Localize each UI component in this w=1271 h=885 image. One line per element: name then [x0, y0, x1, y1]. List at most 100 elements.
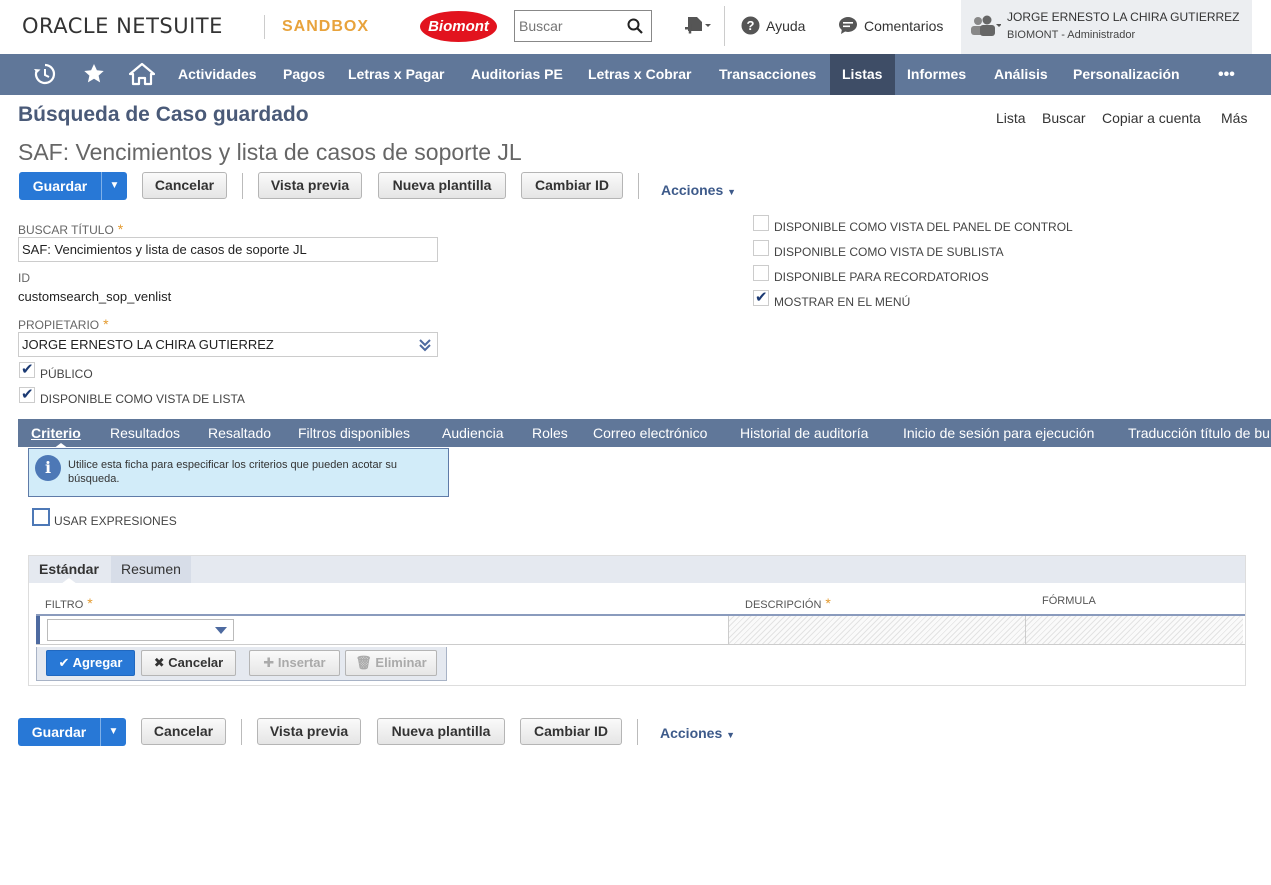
dashboard-view-checkbox[interactable] — [753, 215, 769, 231]
home-icon[interactable] — [129, 62, 155, 86]
new-template-button[interactable]: Nueva plantilla — [378, 172, 506, 199]
feedback-icon[interactable] — [838, 16, 858, 35]
help-link[interactable]: Ayuda — [766, 18, 805, 34]
search-icon[interactable] — [627, 18, 643, 34]
record-subtitle: SAF: Vencimientos y lista de casos de so… — [18, 139, 522, 165]
nav-auditorias-pe[interactable]: Auditorias PE — [459, 54, 575, 95]
nav-letras-x-pagar[interactable]: Letras x Pagar — [336, 54, 457, 95]
nav-informes[interactable]: Informes — [895, 54, 978, 95]
change-id-button-bottom[interactable]: Cambiar ID — [520, 718, 622, 745]
preview-button[interactable]: Vista previa — [258, 172, 362, 199]
button-divider — [241, 719, 242, 745]
cancel-button-bottom[interactable]: Cancelar — [141, 718, 226, 745]
list-view-checkbox[interactable] — [19, 385, 35, 403]
required-marker: * — [87, 595, 93, 611]
use-expressions-checkbox[interactable] — [32, 508, 50, 526]
dashboard-view-label: DISPONIBLE COMO VISTA DEL PANEL DE CONTR… — [774, 220, 1073, 234]
row-action-bar: ✔ Agregar ✖ Cancelar ✚ Insertar 🗑 Elimin… — [36, 647, 447, 681]
chevron-down-icon: ▼ — [726, 730, 736, 740]
global-search[interactable] — [514, 10, 652, 42]
search-input[interactable] — [515, 11, 620, 41]
subtab-resultados[interactable]: Resultados — [110, 419, 180, 447]
remove-row-button[interactable]: 🗑 Eliminar — [345, 650, 437, 676]
description-cell — [728, 616, 1025, 644]
subtab-filtros-disponibles[interactable]: Filtros disponibles — [298, 419, 410, 447]
reminders-checkbox[interactable] — [753, 265, 769, 281]
cancel-row-button[interactable]: ✖ Cancelar — [141, 650, 236, 676]
nav-listas[interactable]: Listas — [830, 54, 895, 95]
required-marker: * — [103, 316, 109, 332]
column-header-formula: FÓRMULA — [1042, 595, 1096, 607]
user-menu[interactable]: JORGE ERNESTO LA CHIRA GUTIERREZ BIOMONT… — [961, 0, 1252, 54]
nav-more-menu[interactable]: ••• — [1206, 54, 1247, 95]
netsuite-text: NETSUITE — [116, 14, 223, 38]
subtab-audiencia[interactable]: Audiencia — [442, 419, 504, 447]
help-icon[interactable]: ? — [741, 16, 760, 35]
chevron-down-icon: ▼ — [727, 187, 737, 197]
subtab-correo-electronico[interactable]: Correo electrónico — [593, 419, 707, 447]
button-divider — [638, 173, 639, 199]
add-row-label: Agregar — [72, 655, 123, 670]
oracle-netsuite-logo[interactable]: ORACLE NETSUITE — [22, 14, 223, 38]
feedback-link[interactable]: Comentarios — [864, 18, 943, 34]
subtab-roles[interactable]: Roles — [532, 419, 568, 447]
create-new-icon[interactable] — [684, 15, 712, 39]
subtab-traduccion-titulo[interactable]: Traducción título de bu — [1128, 419, 1270, 447]
sublist-view-checkbox[interactable] — [753, 240, 769, 256]
save-button-label: Guardar — [31, 724, 87, 740]
save-options-dropdown-icon[interactable]: ▼ — [100, 718, 126, 746]
owner-select[interactable]: JORGE ERNESTO LA CHIRA GUTIERREZ — [18, 332, 438, 357]
info-message-text: Utilice esta ficha para especificar los … — [68, 459, 397, 485]
show-in-menu-label: MOSTRAR EN EL MENÚ — [774, 295, 911, 309]
recent-history-icon[interactable] — [33, 62, 57, 86]
active-row-marker — [36, 616, 40, 644]
chevron-down-icon[interactable] — [215, 627, 227, 634]
close-icon: ✖ — [153, 655, 169, 670]
column-descripcion-label: DESCRIPCIÓN — [745, 599, 822, 611]
link-buscar[interactable]: Buscar — [1042, 110, 1086, 126]
info-icon: i — [35, 455, 61, 481]
add-row-button[interactable]: ✔ Agregar — [46, 650, 135, 676]
actions-label: Acciones — [660, 725, 723, 741]
preview-button-bottom[interactable]: Vista previa — [257, 718, 361, 745]
criteria-tab-bar: Estándar Resumen — [29, 556, 1245, 583]
change-id-button[interactable]: Cambiar ID — [521, 172, 623, 199]
actions-menu[interactable]: Acciones ▼ — [661, 182, 736, 198]
header-divider — [724, 6, 725, 46]
owner-label-text: PROPIETARIO — [18, 318, 100, 332]
favorites-star-icon[interactable] — [82, 62, 106, 86]
link-copiar-a-cuenta[interactable]: Copiar a cuenta — [1102, 110, 1201, 126]
nav-personalizacion[interactable]: Personalización — [1061, 54, 1192, 95]
link-lista[interactable]: Lista — [996, 110, 1026, 126]
owner-select-value: JORGE ERNESTO LA CHIRA GUTIERREZ — [22, 337, 274, 352]
double-chevron-down-icon[interactable] — [419, 338, 431, 352]
subtab-inicio-sesion-ejecucion[interactable]: Inicio de sesión para ejecución — [903, 419, 1094, 447]
new-template-button-bottom[interactable]: Nueva plantilla — [377, 718, 505, 745]
remove-row-label: Eliminar — [375, 655, 427, 670]
list-view-label: DISPONIBLE COMO VISTA DE LISTA — [40, 392, 245, 406]
link-mas[interactable]: Más — [1221, 110, 1247, 126]
public-checkbox[interactable] — [19, 360, 35, 378]
nav-actividades[interactable]: Actividades — [166, 54, 269, 95]
save-button-bottom[interactable]: Guardar ▼ — [18, 718, 126, 746]
subtab-historial-auditoria[interactable]: Historial de auditoría — [740, 419, 868, 447]
search-title-input[interactable]: SAF: Vencimientos y lista de casos de so… — [18, 237, 438, 262]
active-tab-pointer — [61, 578, 77, 584]
save-button[interactable]: Guardar ▼ — [19, 172, 127, 200]
search-title-field-label: BUSCAR TÍTULO * — [18, 221, 123, 237]
subtab-resaltado[interactable]: Resaltado — [208, 419, 271, 447]
actions-menu-bottom[interactable]: Acciones ▼ — [660, 725, 735, 741]
nav-pagos[interactable]: Pagos — [271, 54, 337, 95]
insert-row-label: Insertar — [277, 655, 326, 670]
filter-select[interactable] — [47, 619, 234, 641]
column-header-filtro: FILTRO * — [45, 595, 93, 611]
nav-transacciones[interactable]: Transacciones — [707, 54, 828, 95]
nav-analisis[interactable]: Análisis — [982, 54, 1060, 95]
tab-resumen[interactable]: Resumen — [111, 556, 191, 583]
show-in-menu-checkbox[interactable] — [753, 288, 769, 306]
save-options-dropdown-icon[interactable]: ▼ — [101, 172, 127, 200]
cancel-button[interactable]: Cancelar — [142, 172, 227, 199]
nav-letras-x-cobrar[interactable]: Letras x Cobrar — [576, 54, 703, 95]
insert-row-button[interactable]: ✚ Insertar — [249, 650, 340, 676]
reminders-label: DISPONIBLE PARA RECORDATORIOS — [774, 270, 989, 284]
